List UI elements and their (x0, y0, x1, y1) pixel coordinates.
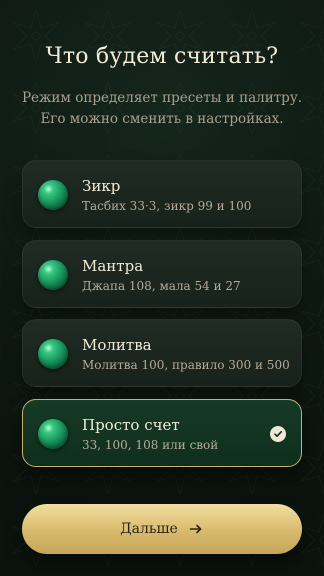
green-bead-icon (38, 339, 68, 369)
option-title: Просто счет (82, 416, 180, 434)
option-card-mantra[interactable]: Мантра Джапа 108, мала 54 и 27 (22, 240, 302, 308)
check-circle-icon (270, 426, 286, 442)
option-card-simple-count[interactable]: Просто счет 33, 100, 108 или свой (22, 399, 302, 467)
page-subtitle: Режим определяет пресеты и палитру. Его … (21, 90, 303, 127)
option-description: Молитва 100, правило 300 и 500 (82, 358, 290, 372)
green-bead-icon (38, 180, 68, 210)
page-title: Что будем считать? (45, 44, 279, 69)
option-description: Тасбих 33·3, зикр 99 и 100 (82, 199, 252, 213)
arrow-right-icon (188, 521, 204, 537)
green-bead-icon (38, 419, 68, 449)
option-title: Мантра (82, 257, 144, 275)
content: Что будем считать? Режим определяет прес… (0, 0, 324, 576)
next-button-label: Дальше (120, 521, 178, 537)
option-card-prayer[interactable]: Молитва Молитва 100, правило 300 и 500 (22, 319, 302, 387)
option-description: Джапа 108, мала 54 и 27 (82, 279, 241, 293)
option-description: 33, 100, 108 или свой (82, 438, 219, 452)
next-button[interactable]: Дальше (22, 504, 302, 554)
green-bead-icon (38, 260, 68, 290)
option-card-zikr[interactable]: Зикр Тасбих 33·3, зикр 99 и 100 (22, 160, 302, 228)
option-title: Зикр (82, 177, 121, 195)
option-title: Молитва (82, 336, 152, 354)
